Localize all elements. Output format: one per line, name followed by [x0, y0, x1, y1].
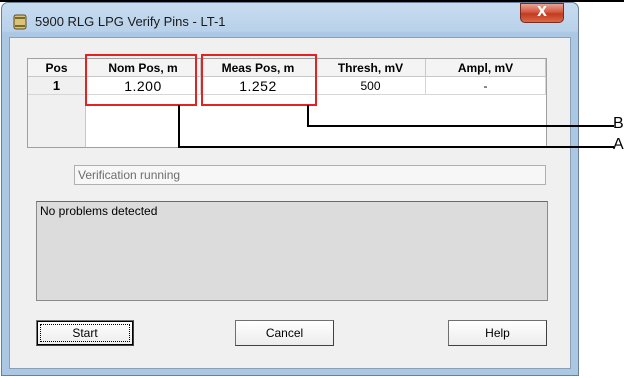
table-cell-thresh[interactable]: 500 [316, 77, 426, 95]
close-icon: X [536, 5, 548, 20]
callout-a-horizontal [178, 146, 614, 148]
start-button-label: Start [40, 324, 130, 342]
highlight-nom-pos [85, 54, 197, 106]
column-header-ampl[interactable]: Ampl, mV [426, 59, 546, 77]
callout-a-vertical [178, 105, 180, 147]
window-title: 5900 RLG LPG Verify Pins - LT-1 [35, 14, 226, 29]
close-button[interactable]: X [520, 3, 564, 23]
callout-label-b: B [613, 115, 624, 132]
status-field: Verification running [74, 165, 546, 185]
help-button[interactable]: Help [448, 320, 547, 346]
start-button[interactable]: Start [36, 320, 134, 346]
cancel-button[interactable]: Cancel [235, 320, 334, 346]
callout-label-a: A [613, 136, 624, 153]
table-cell-pos[interactable]: 1 [28, 77, 86, 95]
column-header-pos[interactable]: Pos [28, 59, 86, 77]
callout-b-vertical [307, 105, 309, 126]
messages-box: No problems detected [36, 201, 548, 301]
cylinder-tank-icon [12, 14, 28, 30]
table-cell-ampl[interactable]: - [426, 77, 546, 95]
highlight-meas-pos [201, 54, 317, 106]
column-header-thresh[interactable]: Thresh, mV [316, 59, 426, 77]
callout-b-horizontal [307, 125, 614, 127]
